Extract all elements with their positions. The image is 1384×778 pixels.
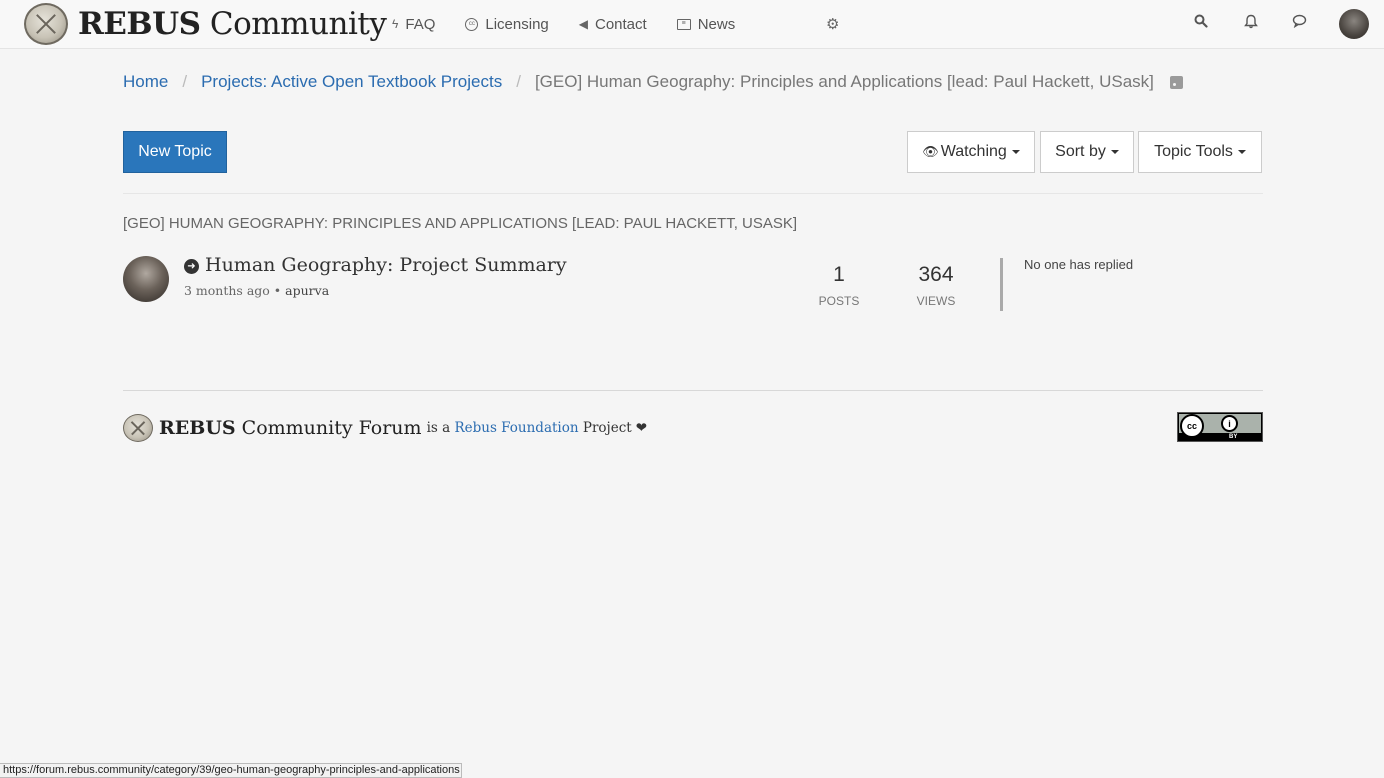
footer: REBUS Community Forum is a Rebus Foundat… — [123, 412, 647, 444]
user-avatar[interactable] — [1339, 9, 1369, 39]
cc-by-license-badge[interactable]: cc i BY — [1177, 412, 1263, 442]
topic-meta: 3 months ago • apurva — [184, 283, 329, 298]
brand-rest: Community — [200, 6, 387, 42]
rss-icon[interactable] — [1169, 75, 1183, 89]
footer-brand: REBUS Community Forum — [159, 417, 422, 439]
sort-by-label: Sort by — [1055, 143, 1106, 160]
rebus-logo-icon — [24, 3, 68, 45]
top-navbar: REBUS Community ϟ FAQ cc Licensing ◀ Con… — [0, 0, 1384, 49]
topic-author[interactable]: apurva — [285, 283, 329, 298]
cc-label: cc — [1186, 421, 1197, 431]
search-icon[interactable] — [1194, 14, 1208, 32]
bolt-icon: ϟ — [392, 17, 399, 31]
breadcrumb-current: [GEO] Human Geography: Principles and Ap… — [534, 72, 1154, 91]
new-topic-button[interactable]: New Topic — [123, 131, 227, 173]
footer-text-after: Project — [578, 420, 632, 436]
cc-icon: cc — [1180, 414, 1204, 438]
breadcrumb-separator: / — [516, 72, 521, 91]
topic-tools-button[interactable]: Topic Tools — [1138, 131, 1262, 173]
category-title: [GEO] Human Geography: Principles and Ap… — [123, 215, 798, 232]
status-bar-url: https://forum.rebus.community/category/3… — [0, 763, 462, 778]
views-count: 364 — [918, 263, 954, 286]
bullhorn-icon: ◀ — [578, 17, 588, 31]
breadcrumb-home[interactable]: Home — [123, 72, 168, 92]
footer-divider — [123, 390, 1263, 391]
heart-icon: ❤ — [635, 420, 648, 436]
views-stat: 364 Views — [896, 262, 976, 308]
cogs-icon[interactable]: ⚙ — [826, 15, 839, 33]
cc-icon: cc — [465, 17, 479, 31]
bell-icon[interactable] — [1244, 14, 1258, 33]
topic-title: Human Geography: Project Summary — [205, 254, 567, 276]
brand-bold: REBUS — [78, 6, 201, 42]
topic-title-link[interactable]: ➜ Human Geography: Project Summary — [184, 254, 567, 276]
rebus-foundation-link[interactable]: Rebus Foundation — [454, 420, 578, 436]
newspaper-icon: ≡ — [676, 18, 691, 30]
footer-text: is a Rebus Foundation Project ❤ — [427, 420, 647, 436]
chat-icon[interactable] — [1292, 14, 1307, 32]
nav-link-contact[interactable]: ◀ Contact — [579, 16, 647, 33]
watching-label: Watching — [940, 143, 1007, 160]
arrow-circle-right-icon: ➜ — [184, 258, 199, 274]
topic-tools-label: Topic Tools — [1154, 143, 1233, 160]
topic-timestamp[interactable]: 3 months ago — [184, 283, 270, 298]
brand-title: REBUS Community — [78, 6, 387, 42]
nav-link-news-label: News — [697, 15, 736, 33]
caret-down-icon — [1110, 150, 1119, 154]
breadcrumb: Home / Projects: Active Open Textbook Pr… — [123, 70, 1183, 94]
posts-label: Posts — [818, 294, 860, 308]
posts-stat: 1 Posts — [799, 262, 879, 308]
footer-brand-bold: REBUS — [159, 417, 236, 439]
breadcrumb-separator: / — [182, 72, 188, 91]
views-label: Views — [916, 294, 956, 308]
teaser-bar — [1000, 258, 1003, 311]
footer-text-before: is a — [426, 420, 455, 436]
nav-link-contact-label: Contact — [595, 15, 647, 33]
nav-link-faq-label: FAQ — [405, 15, 436, 33]
nav-links: ϟ FAQ cc Licensing ◀ Contact ≡ News — [392, 0, 765, 48]
person-icon: i — [1221, 415, 1238, 432]
brand-logo-link[interactable]: REBUS Community — [24, 3, 387, 45]
by-label: BY — [1229, 434, 1238, 440]
caret-down-icon — [1237, 150, 1246, 154]
topic-author-avatar[interactable] — [123, 256, 169, 302]
teaser-text: No one has replied — [1024, 257, 1134, 272]
watching-button[interactable]: 👁 Watching — [907, 131, 1035, 173]
breadcrumb-parent[interactable]: Projects: Active Open Textbook Projects — [201, 72, 502, 92]
eye-icon: 👁 — [922, 144, 939, 159]
nav-link-faq[interactable]: ϟ FAQ — [392, 16, 435, 33]
meta-separator: • — [273, 283, 282, 298]
nav-link-news[interactable]: ≡ News — [676, 15, 736, 33]
rebus-logo-small-icon — [123, 414, 153, 442]
posts-count: 1 — [833, 263, 845, 286]
sort-by-button[interactable]: Sort by — [1040, 131, 1134, 173]
nav-link-licensing-label: Licensing — [485, 15, 549, 33]
nav-link-licensing[interactable]: cc Licensing — [465, 15, 549, 33]
toolbar-divider — [123, 193, 1263, 194]
footer-brand-rest: Community Forum — [235, 417, 422, 439]
caret-down-icon — [1011, 150, 1020, 154]
